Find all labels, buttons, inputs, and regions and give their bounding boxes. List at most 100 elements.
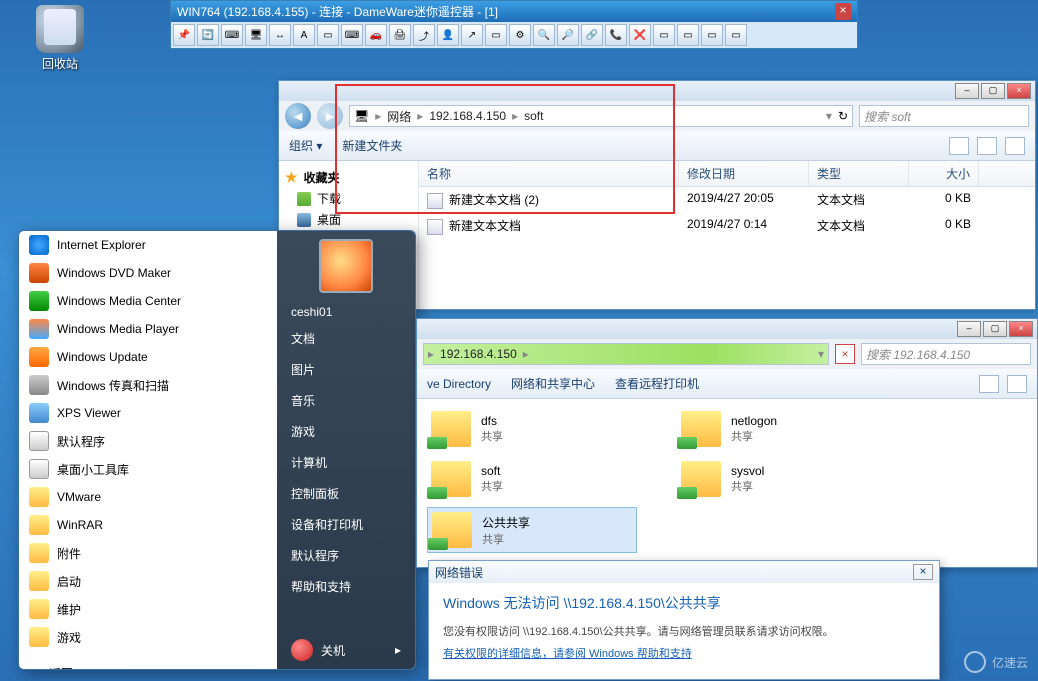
search-input[interactable]: 搜索 soft	[859, 105, 1029, 127]
share-dfs[interactable]: dfs共享	[427, 407, 637, 451]
crumb-ip[interactable]: 192.168.4.150	[429, 109, 506, 123]
start-item-windows-dvd-maker[interactable]: Windows DVD Maker	[19, 259, 277, 287]
dameware-tool-19[interactable]: ❌	[629, 24, 651, 46]
view-button[interactable]	[949, 137, 969, 155]
window-header[interactable]: – ▢ ×	[279, 81, 1035, 101]
active-directory-button[interactable]: ve Directory	[427, 377, 491, 391]
start-place-游戏[interactable]: 游戏	[277, 416, 415, 447]
start-folder-维护[interactable]: 维护	[19, 595, 277, 623]
dameware-tool-4[interactable]: ↔	[269, 24, 291, 46]
start-place-帮助和支持[interactable]: 帮助和支持	[277, 571, 415, 602]
chevron-right-icon[interactable]: ▸	[395, 643, 401, 657]
back-button[interactable]: ◄	[285, 103, 311, 129]
dameware-tool-9[interactable]: 🖨	[389, 24, 411, 46]
dameware-tool-10[interactable]: ⤴	[413, 24, 435, 46]
path-box[interactable]: ▸ 192.168.4.150 ▸ ▾	[423, 343, 829, 365]
close-button[interactable]: ×	[913, 564, 933, 580]
help-button[interactable]	[1005, 137, 1025, 155]
start-item-windows-update[interactable]: Windows Update	[19, 343, 277, 371]
crumb-soft[interactable]: soft	[524, 109, 543, 123]
col-name[interactable]: 名称	[419, 161, 679, 186]
dameware-tool-23[interactable]: ▭	[725, 24, 747, 46]
start-item-默认程序[interactable]: 默认程序	[19, 427, 277, 455]
dameware-tool-3[interactable]: 🖥	[245, 24, 267, 46]
chevron-down-icon[interactable]: ▾	[826, 109, 832, 123]
dameware-tool-7[interactable]: ⌨	[341, 24, 363, 46]
minimize-button[interactable]: –	[955, 83, 979, 99]
view-printers-button[interactable]: 查看远程打印机	[615, 375, 699, 392]
col-date[interactable]: 修改日期	[679, 161, 809, 186]
path-ip[interactable]: 192.168.4.150	[440, 347, 517, 361]
help-button[interactable]	[1007, 375, 1027, 393]
dameware-tool-12[interactable]: ↗	[461, 24, 483, 46]
start-place-控制面板[interactable]: 控制面板	[277, 478, 415, 509]
dameware-tool-8[interactable]: 🚗	[365, 24, 387, 46]
dameware-tool-20[interactable]: ▭	[653, 24, 675, 46]
start-back-button[interactable]: ◄返回	[19, 659, 277, 670]
dameware-tool-16[interactable]: 🔎	[557, 24, 579, 46]
search-input[interactable]: 搜索 192.168.4.150	[861, 343, 1031, 365]
view-button[interactable]	[979, 375, 999, 393]
crumb-network[interactable]: 网络	[387, 108, 411, 125]
start-place-设备和打印机[interactable]: 设备和打印机	[277, 509, 415, 540]
start-folder-VMware[interactable]: VMware	[19, 483, 277, 511]
maximize-button[interactable]: ▢	[983, 321, 1007, 337]
share-sysvol[interactable]: sysvol共享	[677, 457, 887, 501]
start-folder-游戏[interactable]: 游戏	[19, 623, 277, 651]
dameware-tool-1[interactable]: 🔄	[197, 24, 219, 46]
file-row[interactable]: 新建文本文档2019/4/27 0:14文本文档0 KB	[419, 213, 1035, 239]
share-netlogon[interactable]: netlogon共享	[677, 407, 887, 451]
recycle-bin[interactable]: 回收站	[30, 5, 90, 72]
network-center-button[interactable]: 网络和共享中心	[511, 375, 595, 392]
start-item-windows-传真和扫描[interactable]: Windows 传真和扫描	[19, 371, 277, 399]
start-item-桌面小工具库[interactable]: 桌面小工具库	[19, 455, 277, 483]
start-folder-WinRAR[interactable]: WinRAR	[19, 511, 277, 539]
dameware-tool-21[interactable]: ▭	[677, 24, 699, 46]
col-type[interactable]: 类型	[809, 161, 909, 186]
dameware-tool-2[interactable]: ⌨	[221, 24, 243, 46]
file-row[interactable]: 新建文本文档 (2)2019/4/27 20:05文本文档0 KB	[419, 187, 1035, 213]
new-folder-button[interactable]: 新建文件夹	[342, 137, 402, 154]
breadcrumb-box[interactable]: 🖥▸ 网络▸ 192.168.4.150▸ soft ▾ ↻	[349, 105, 853, 127]
organize-menu[interactable]: 组织 ▾	[289, 137, 322, 154]
dameware-tool-17[interactable]: 🔗	[581, 24, 603, 46]
start-item-windows-media-center[interactable]: Windows Media Center	[19, 287, 277, 315]
col-size[interactable]: 大小	[909, 161, 979, 186]
stop-refresh-button[interactable]: ×	[835, 344, 855, 364]
dameware-title-bar[interactable]: WIN764 (192.168.4.155) - 连接 - DameWare迷你…	[171, 1, 857, 22]
dameware-tool-6[interactable]: ▭	[317, 24, 339, 46]
chevron-down-icon[interactable]: ▾	[818, 347, 824, 361]
dameware-tool-11[interactable]: 👤	[437, 24, 459, 46]
nav-downloads[interactable]: 下载	[283, 188, 414, 209]
start-place-计算机[interactable]: 计算机	[277, 447, 415, 478]
start-item-xps-viewer[interactable]: XPS Viewer	[19, 399, 277, 427]
window-header[interactable]: – ▢ ×	[417, 319, 1037, 339]
favorites-header[interactable]: ★收藏夹	[283, 167, 414, 188]
preview-pane-button[interactable]	[977, 137, 997, 155]
minimize-button[interactable]: –	[957, 321, 981, 337]
start-folder-附件[interactable]: 附件	[19, 539, 277, 567]
dameware-tool-5[interactable]: A	[293, 24, 315, 46]
close-icon[interactable]: ×	[835, 3, 851, 20]
dameware-tool-15[interactable]: 🔍	[533, 24, 555, 46]
share-soft[interactable]: soft共享	[427, 457, 637, 501]
user-avatar[interactable]	[319, 239, 373, 293]
start-place-默认程序[interactable]: 默认程序	[277, 540, 415, 571]
start-place-图片[interactable]: 图片	[277, 354, 415, 385]
shutdown-button[interactable]: 关机 ▸	[277, 631, 415, 669]
refresh-icon[interactable]: ↻	[838, 109, 848, 123]
close-button[interactable]: ×	[1009, 321, 1033, 337]
forward-button[interactable]: ►	[317, 103, 343, 129]
nav-desktop[interactable]: 桌面	[283, 209, 414, 230]
username[interactable]: ceshi01	[277, 301, 415, 323]
start-item-windows-media-player[interactable]: Windows Media Player	[19, 315, 277, 343]
start-place-音乐[interactable]: 音乐	[277, 385, 415, 416]
dameware-tool-22[interactable]: ▭	[701, 24, 723, 46]
start-folder-启动[interactable]: 启动	[19, 567, 277, 595]
dameware-tool-0[interactable]: 📌	[173, 24, 195, 46]
start-item-internet-explorer[interactable]: Internet Explorer	[19, 231, 277, 259]
dameware-tool-18[interactable]: 📞	[605, 24, 627, 46]
dameware-tool-13[interactable]: ▭	[485, 24, 507, 46]
maximize-button[interactable]: ▢	[981, 83, 1005, 99]
close-button[interactable]: ×	[1007, 83, 1031, 99]
